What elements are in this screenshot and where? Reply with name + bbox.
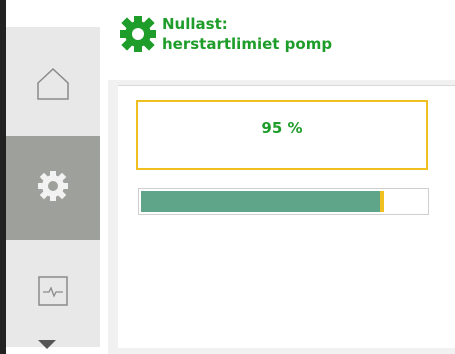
value-label: 95 % — [261, 119, 303, 137]
nav-home-button[interactable] — [6, 37, 100, 133]
value-display[interactable]: 95 % — [136, 100, 428, 170]
progress-marker — [380, 191, 384, 212]
home-icon — [33, 63, 73, 107]
title-line-2: herstartlimiet pomp — [162, 35, 333, 53]
title-line-1: Nullast: — [162, 15, 228, 33]
page-title: Nullast: herstartlimiet pomp — [162, 14, 332, 54]
nav-settings-button[interactable] — [6, 136, 100, 240]
gear-icon — [36, 169, 70, 207]
gear-icon — [118, 14, 158, 54]
page-header: Nullast: herstartlimiet pomp — [118, 14, 332, 54]
monitor-icon — [36, 274, 70, 312]
chevron-down-icon[interactable] — [38, 340, 56, 349]
nav-monitor-button[interactable] — [6, 244, 100, 342]
progress-bar — [138, 188, 429, 215]
progress-fill — [141, 191, 380, 212]
